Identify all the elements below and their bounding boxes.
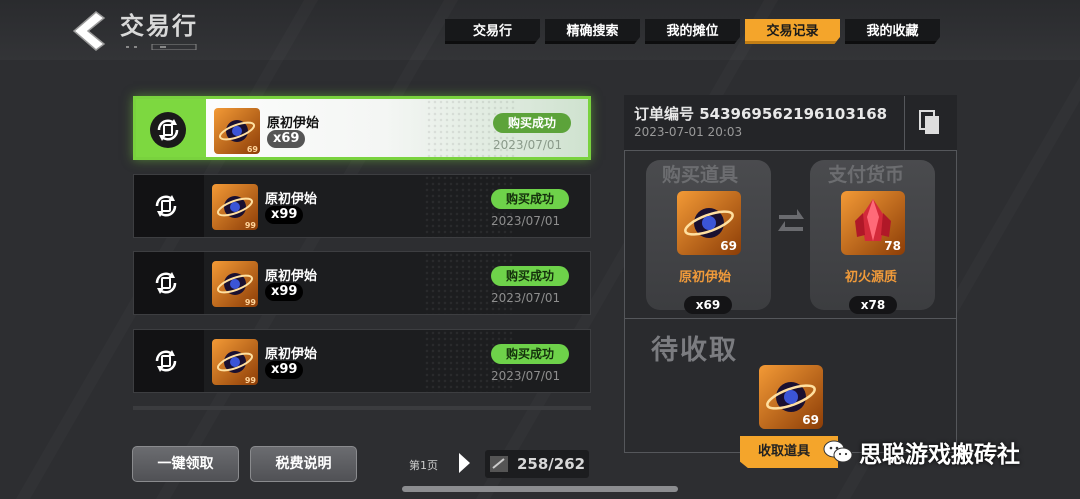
- buy-item-title: 购买道具: [662, 164, 739, 186]
- wechat-icon: [823, 440, 853, 463]
- item-icon: 99: [212, 339, 258, 385]
- status-badge: 购买成功: [493, 113, 571, 133]
- back-button[interactable]: [66, 8, 112, 54]
- record-date: 2023/07/01: [491, 214, 561, 228]
- record-row[interactable]: 99 原初伊始 x99 购买成功 2023/07/01: [133, 174, 591, 238]
- pending-title: 待收取: [651, 335, 738, 366]
- item-name: 原初伊始: [265, 347, 318, 362]
- pay-currency-quantity: x78: [849, 296, 897, 314]
- item-name: 原初伊始: [265, 192, 318, 207]
- bg-stripe: [16, 0, 318, 499]
- status-badge: 购买成功: [491, 344, 569, 364]
- record-date: 2023/07/01: [493, 138, 563, 152]
- exchange-icon: [778, 209, 804, 231]
- tab-bar: 交易行 精确搜索 我的摊位 交易记录 我的收藏: [445, 19, 940, 44]
- tab-favorites[interactable]: 我的收藏: [845, 19, 940, 44]
- bg-stripe: [156, 0, 458, 499]
- item-icon: 99: [212, 261, 258, 307]
- record-row[interactable]: 99 原初伊始 x99 购买成功 2023/07/01: [133, 329, 591, 393]
- page-title: 交易行: [120, 12, 198, 40]
- pay-currency-name: 初火源质: [845, 270, 898, 285]
- tab-market[interactable]: 交易行: [445, 19, 540, 44]
- item-count-badge: 78: [884, 239, 901, 253]
- item-quantity: x99: [265, 361, 304, 379]
- title-decoration: [126, 44, 197, 50]
- watermark-text: 思聪游戏搬砖社: [859, 442, 1020, 468]
- item-icon: 69: [214, 108, 260, 154]
- watermark: 思聪游戏搬砖社: [823, 434, 1020, 470]
- item-quantity: x69: [267, 130, 306, 148]
- list-end-divider: [133, 406, 591, 410]
- item-count-badge: 69: [720, 239, 737, 253]
- record-row[interactable]: 69 原初伊始 x69 购买成功 2023/07/01: [133, 96, 591, 160]
- refresh-icon: [155, 350, 177, 372]
- item-count-badge: 99: [244, 221, 256, 230]
- item-quantity: x99: [265, 206, 304, 224]
- pay-currency-icon: 78: [841, 191, 905, 255]
- buy-item-icon: 69: [677, 191, 741, 255]
- tab-trade-records[interactable]: 交易记录: [745, 19, 840, 44]
- buy-item-name: 原初伊始: [679, 270, 732, 285]
- refresh-icon: [150, 112, 186, 148]
- tab-search[interactable]: 精确搜索: [545, 19, 640, 44]
- claim-all-button[interactable]: 一键领取: [132, 446, 239, 482]
- record-counter: 258/262: [517, 455, 586, 473]
- item-count-badge: 69: [802, 413, 819, 427]
- refresh-icon: [155, 195, 177, 217]
- scrollbar[interactable]: [402, 486, 678, 492]
- copy-button[interactable]: [904, 96, 956, 151]
- status-badge: 购买成功: [491, 189, 569, 209]
- item-icon: 99: [212, 184, 258, 230]
- section-divider: [624, 318, 957, 319]
- buy-item-quantity: x69: [684, 296, 732, 314]
- tab-my-stall[interactable]: 我的摊位: [645, 19, 740, 44]
- record-date: 2023/07/01: [491, 369, 561, 383]
- order-number: 订单编号 543969562196103168: [634, 105, 888, 123]
- item-count-badge: 99: [244, 298, 256, 307]
- refresh-icon: [155, 272, 177, 294]
- tax-info-button[interactable]: 税费说明: [250, 446, 357, 482]
- item-name: 原初伊始: [267, 116, 320, 131]
- page-indicator: 第1页: [409, 459, 438, 472]
- pay-currency-title: 支付货币: [828, 164, 905, 186]
- record-row[interactable]: 99 原初伊始 x99 购买成功 2023/07/01: [133, 251, 591, 315]
- item-count-badge: 99: [244, 376, 256, 385]
- copy-icon: [919, 110, 939, 134]
- order-time: 2023-07-01 20:03: [634, 125, 743, 139]
- item-count-badge: 69: [246, 145, 258, 154]
- item-quantity: x99: [265, 283, 304, 301]
- pending-item-icon: 69: [759, 365, 823, 429]
- next-page-icon[interactable]: [455, 450, 473, 476]
- record-date: 2023/07/01: [491, 291, 561, 305]
- status-badge: 购买成功: [491, 266, 569, 286]
- ledger-icon: [490, 456, 508, 472]
- item-name: 原初伊始: [265, 269, 318, 284]
